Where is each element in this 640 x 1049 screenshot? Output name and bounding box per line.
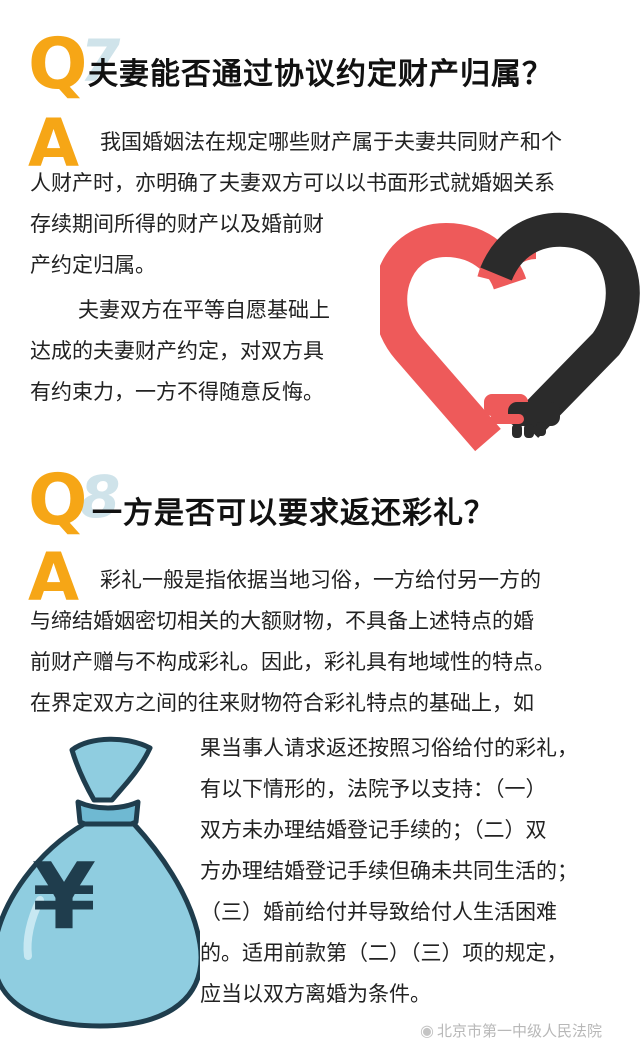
answer-line: 产约定归属。 (30, 253, 156, 277)
yen-symbol: ¥ (32, 843, 97, 950)
answer-line: 达成的夫妻财产约定，对双方具 (30, 339, 324, 363)
question-title-7: 夫妻能否通过协议约定财产归属？ (88, 57, 553, 92)
heart-handshake-icon (380, 212, 640, 452)
answer-line: 方办理结婚登记手续但确未共同生活的； (200, 859, 578, 883)
answer-line: 存续期间所得的财产以及婚前财 (30, 212, 324, 236)
answer-line: 双方未办理结婚登记手续的；（二）双 (200, 818, 547, 842)
answer-line: 有约束力，一方不得随意反悔。 (30, 380, 324, 404)
answer-line: 我国婚姻法在规定哪些财产属于夫妻共同财产和个 (100, 130, 562, 154)
answer-line: 有以下情形的，法院予以支持：（一） (200, 777, 547, 801)
answer-line: 人财产时，亦明确了夫妻双方可以以书面形式就婚姻关系 (30, 171, 555, 195)
answer-line: 夫妻双方在平等自愿基础上 (78, 298, 330, 322)
watermark: ◉ 北京市第一中级人民法院 (420, 1020, 602, 1041)
answer-line: 果当事人请求返还按照习俗给付的彩礼， (200, 736, 578, 760)
answer-line: 与缔结婚姻密切相关的大额财物，不具备上述特点的婚 (30, 609, 534, 633)
q-letter: Q (28, 23, 87, 105)
weibo-icon: ◉ (420, 1021, 434, 1040)
answer-line: 的。适用前款第（二）（三）项的规定， (200, 941, 568, 965)
answer-line: 彩礼一般是指依据当地习俗，一方给付另一方的 (100, 568, 541, 592)
question-title-8: 一方是否可以要求返还彩礼？ (92, 496, 495, 531)
answer-line: 在界定双方之间的往来财物符合彩礼特点的基础上，如 (30, 691, 534, 715)
answer-line: （三）婚前给付并导致给付人生活困难 (200, 900, 557, 924)
answer-line: 应当以双方离婚为条件。 (200, 982, 431, 1006)
q-letter: Q (28, 459, 87, 541)
answer-line: 前财产赠与不构成彩礼。因此，彩礼具有地域性的特点。 (30, 650, 555, 674)
watermark-text: 北京市第一中级人民法院 (436, 1022, 602, 1040)
money-bag-icon (0, 736, 200, 1029)
